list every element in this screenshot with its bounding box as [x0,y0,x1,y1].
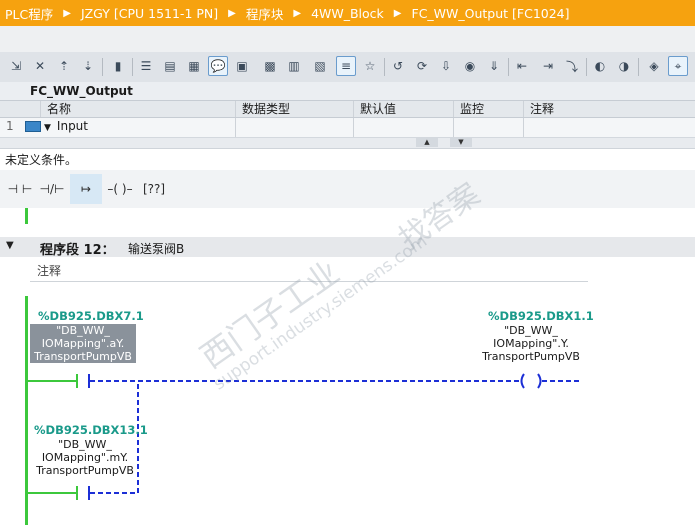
contact-2-tag-line: IOMapping".mY. [41,451,129,464]
contact-1-tag-line: IOMapping".aY. [41,337,125,350]
contact-2-address[interactable]: %DB925.DBX13.1 [34,423,148,437]
coil-tag-line: TransportPumpVB [482,350,580,363]
contact-1-tag-line: "DB_WW_ [56,324,110,337]
contact-2-tag-line: "DB_WW_ [58,438,112,451]
contact-2-tag-line: TransportPumpVB [36,464,134,477]
coil-tag-line: IOMapping".Y. [493,337,569,350]
contact-2-symbol[interactable] [76,486,90,500]
contact-1-tag-line: TransportPumpVB [34,350,132,363]
coil-tag[interactable]: "DB_WW_ IOMapping".Y. TransportPumpVB [478,324,584,363]
power-rail [25,296,28,525]
coil-address[interactable]: %DB925.DBX1.1 [488,309,594,323]
contact-1-symbol[interactable] [76,374,90,388]
contact-2-tag[interactable]: "DB_WW_ IOMapping".mY. TransportPumpVB [32,438,138,477]
coil-tag-line: "DB_WW_ [504,324,558,337]
contact-1-address[interactable]: %DB925.DBX7.1 [38,309,144,323]
coil-symbol[interactable] [520,373,542,389]
contact-1-tag[interactable]: "DB_WW_ IOMapping".aY. TransportPumpVB [30,324,136,363]
